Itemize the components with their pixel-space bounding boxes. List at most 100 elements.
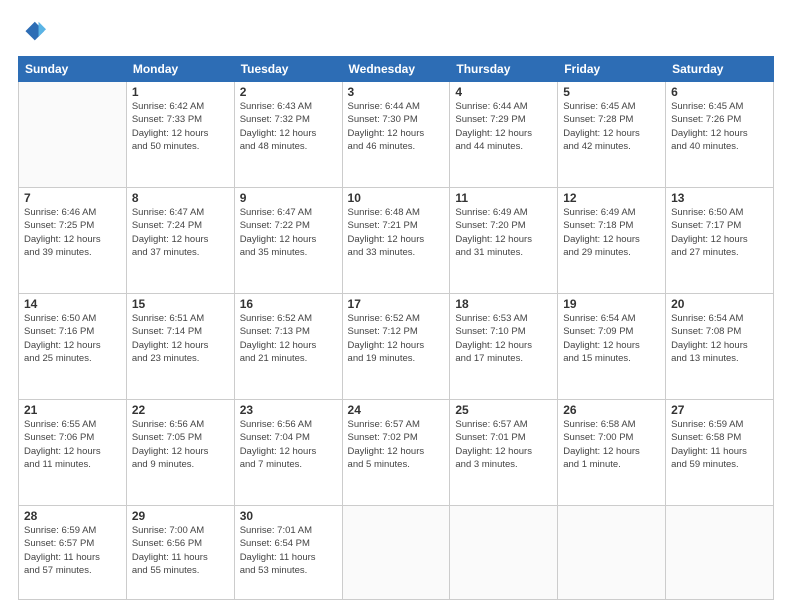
day-info: Sunrise: 6:51 AM Sunset: 7:14 PM Dayligh… [132, 312, 229, 365]
day-cell: 21Sunrise: 6:55 AM Sunset: 7:06 PM Dayli… [19, 400, 127, 506]
day-cell: 11Sunrise: 6:49 AM Sunset: 7:20 PM Dayli… [450, 188, 558, 294]
day-number: 2 [240, 85, 337, 99]
day-number: 3 [348, 85, 445, 99]
day-cell: 7Sunrise: 6:46 AM Sunset: 7:25 PM Daylig… [19, 188, 127, 294]
day-info: Sunrise: 6:59 AM Sunset: 6:57 PM Dayligh… [24, 524, 121, 577]
page: SundayMondayTuesdayWednesdayThursdayFrid… [0, 0, 792, 612]
week-row-4: 21Sunrise: 6:55 AM Sunset: 7:06 PM Dayli… [19, 400, 774, 506]
day-number: 21 [24, 403, 121, 417]
day-cell: 1Sunrise: 6:42 AM Sunset: 7:33 PM Daylig… [126, 82, 234, 188]
day-number: 10 [348, 191, 445, 205]
day-cell: 15Sunrise: 6:51 AM Sunset: 7:14 PM Dayli… [126, 294, 234, 400]
day-info: Sunrise: 6:49 AM Sunset: 7:18 PM Dayligh… [563, 206, 660, 259]
day-cell: 25Sunrise: 6:57 AM Sunset: 7:01 PM Dayli… [450, 400, 558, 506]
day-info: Sunrise: 6:42 AM Sunset: 7:33 PM Dayligh… [132, 100, 229, 153]
day-cell [450, 506, 558, 600]
day-info: Sunrise: 6:57 AM Sunset: 7:01 PM Dayligh… [455, 418, 552, 471]
day-cell: 17Sunrise: 6:52 AM Sunset: 7:12 PM Dayli… [342, 294, 450, 400]
day-cell: 20Sunrise: 6:54 AM Sunset: 7:08 PM Dayli… [666, 294, 774, 400]
day-cell [342, 506, 450, 600]
day-info: Sunrise: 6:53 AM Sunset: 7:10 PM Dayligh… [455, 312, 552, 365]
day-number: 25 [455, 403, 552, 417]
week-row-3: 14Sunrise: 6:50 AM Sunset: 7:16 PM Dayli… [19, 294, 774, 400]
day-info: Sunrise: 6:47 AM Sunset: 7:22 PM Dayligh… [240, 206, 337, 259]
day-cell: 22Sunrise: 6:56 AM Sunset: 7:05 PM Dayli… [126, 400, 234, 506]
day-cell: 8Sunrise: 6:47 AM Sunset: 7:24 PM Daylig… [126, 188, 234, 294]
day-info: Sunrise: 6:50 AM Sunset: 7:17 PM Dayligh… [671, 206, 768, 259]
day-cell: 12Sunrise: 6:49 AM Sunset: 7:18 PM Dayli… [558, 188, 666, 294]
day-cell: 5Sunrise: 6:45 AM Sunset: 7:28 PM Daylig… [558, 82, 666, 188]
day-info: Sunrise: 6:48 AM Sunset: 7:21 PM Dayligh… [348, 206, 445, 259]
day-number: 22 [132, 403, 229, 417]
day-cell: 13Sunrise: 6:50 AM Sunset: 7:17 PM Dayli… [666, 188, 774, 294]
day-number: 19 [563, 297, 660, 311]
day-info: Sunrise: 6:58 AM Sunset: 7:00 PM Dayligh… [563, 418, 660, 471]
day-cell: 27Sunrise: 6:59 AM Sunset: 6:58 PM Dayli… [666, 400, 774, 506]
day-number: 8 [132, 191, 229, 205]
day-cell: 3Sunrise: 6:44 AM Sunset: 7:30 PM Daylig… [342, 82, 450, 188]
day-cell: 24Sunrise: 6:57 AM Sunset: 7:02 PM Dayli… [342, 400, 450, 506]
day-cell: 2Sunrise: 6:43 AM Sunset: 7:32 PM Daylig… [234, 82, 342, 188]
col-header-friday: Friday [558, 57, 666, 82]
day-number: 24 [348, 403, 445, 417]
col-header-monday: Monday [126, 57, 234, 82]
day-info: Sunrise: 6:55 AM Sunset: 7:06 PM Dayligh… [24, 418, 121, 471]
day-info: Sunrise: 6:52 AM Sunset: 7:13 PM Dayligh… [240, 312, 337, 365]
day-info: Sunrise: 7:01 AM Sunset: 6:54 PM Dayligh… [240, 524, 337, 577]
day-info: Sunrise: 6:56 AM Sunset: 7:04 PM Dayligh… [240, 418, 337, 471]
day-number: 18 [455, 297, 552, 311]
day-info: Sunrise: 6:57 AM Sunset: 7:02 PM Dayligh… [348, 418, 445, 471]
day-info: Sunrise: 6:49 AM Sunset: 7:20 PM Dayligh… [455, 206, 552, 259]
day-number: 15 [132, 297, 229, 311]
day-cell: 9Sunrise: 6:47 AM Sunset: 7:22 PM Daylig… [234, 188, 342, 294]
day-info: Sunrise: 6:59 AM Sunset: 6:58 PM Dayligh… [671, 418, 768, 471]
day-cell: 23Sunrise: 6:56 AM Sunset: 7:04 PM Dayli… [234, 400, 342, 506]
day-cell: 19Sunrise: 6:54 AM Sunset: 7:09 PM Dayli… [558, 294, 666, 400]
col-header-tuesday: Tuesday [234, 57, 342, 82]
day-number: 6 [671, 85, 768, 99]
day-cell [19, 82, 127, 188]
day-info: Sunrise: 6:47 AM Sunset: 7:24 PM Dayligh… [132, 206, 229, 259]
week-row-2: 7Sunrise: 6:46 AM Sunset: 7:25 PM Daylig… [19, 188, 774, 294]
day-info: Sunrise: 6:52 AM Sunset: 7:12 PM Dayligh… [348, 312, 445, 365]
day-number: 27 [671, 403, 768, 417]
day-info: Sunrise: 6:44 AM Sunset: 7:29 PM Dayligh… [455, 100, 552, 153]
day-cell: 30Sunrise: 7:01 AM Sunset: 6:54 PM Dayli… [234, 506, 342, 600]
day-info: Sunrise: 6:46 AM Sunset: 7:25 PM Dayligh… [24, 206, 121, 259]
day-number: 30 [240, 509, 337, 523]
day-cell: 14Sunrise: 6:50 AM Sunset: 7:16 PM Dayli… [19, 294, 127, 400]
day-number: 5 [563, 85, 660, 99]
day-info: Sunrise: 6:45 AM Sunset: 7:28 PM Dayligh… [563, 100, 660, 153]
col-header-sunday: Sunday [19, 57, 127, 82]
day-number: 17 [348, 297, 445, 311]
day-cell: 29Sunrise: 7:00 AM Sunset: 6:56 PM Dayli… [126, 506, 234, 600]
week-row-5: 28Sunrise: 6:59 AM Sunset: 6:57 PM Dayli… [19, 506, 774, 600]
day-info: Sunrise: 7:00 AM Sunset: 6:56 PM Dayligh… [132, 524, 229, 577]
day-info: Sunrise: 6:43 AM Sunset: 7:32 PM Dayligh… [240, 100, 337, 153]
day-cell: 16Sunrise: 6:52 AM Sunset: 7:13 PM Dayli… [234, 294, 342, 400]
day-number: 20 [671, 297, 768, 311]
col-header-wednesday: Wednesday [342, 57, 450, 82]
day-cell: 4Sunrise: 6:44 AM Sunset: 7:29 PM Daylig… [450, 82, 558, 188]
day-number: 14 [24, 297, 121, 311]
col-header-thursday: Thursday [450, 57, 558, 82]
logo-icon [18, 18, 46, 46]
day-number: 7 [24, 191, 121, 205]
col-header-saturday: Saturday [666, 57, 774, 82]
calendar-table: SundayMondayTuesdayWednesdayThursdayFrid… [18, 56, 774, 600]
day-cell: 18Sunrise: 6:53 AM Sunset: 7:10 PM Dayli… [450, 294, 558, 400]
day-number: 1 [132, 85, 229, 99]
day-number: 9 [240, 191, 337, 205]
day-info: Sunrise: 6:54 AM Sunset: 7:08 PM Dayligh… [671, 312, 768, 365]
logo [18, 18, 50, 46]
day-number: 29 [132, 509, 229, 523]
day-number: 23 [240, 403, 337, 417]
day-cell: 28Sunrise: 6:59 AM Sunset: 6:57 PM Dayli… [19, 506, 127, 600]
day-cell: 10Sunrise: 6:48 AM Sunset: 7:21 PM Dayli… [342, 188, 450, 294]
day-cell: 26Sunrise: 6:58 AM Sunset: 7:00 PM Dayli… [558, 400, 666, 506]
day-cell: 6Sunrise: 6:45 AM Sunset: 7:26 PM Daylig… [666, 82, 774, 188]
day-number: 11 [455, 191, 552, 205]
day-info: Sunrise: 6:54 AM Sunset: 7:09 PM Dayligh… [563, 312, 660, 365]
day-info: Sunrise: 6:45 AM Sunset: 7:26 PM Dayligh… [671, 100, 768, 153]
day-number: 12 [563, 191, 660, 205]
